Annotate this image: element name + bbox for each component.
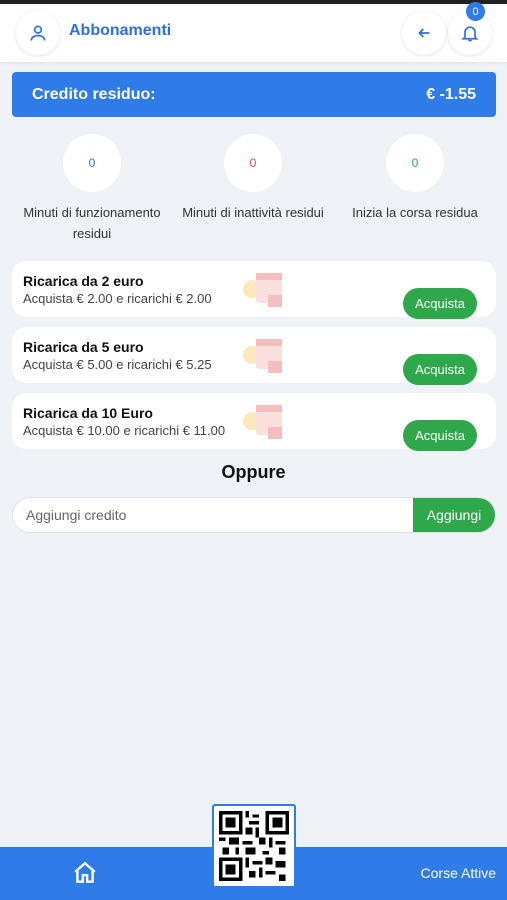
stat-ride-starts: 0 Inizia la corsa residua	[330, 134, 500, 223]
user-icon	[30, 25, 46, 41]
bell-icon	[461, 26, 479, 42]
add-credit-row: Aggiungi	[12, 497, 496, 533]
calendar-illustration-icon	[243, 273, 282, 307]
add-credit-button[interactable]: Aggiungi	[413, 498, 495, 532]
credit-balance-bar: Credito residuo: € -1.55	[12, 72, 496, 117]
alternative-label: Oppure	[221, 462, 286, 482]
app-header: Abbonamenti	[0, 4, 507, 62]
buy-button[interactable]: Acquista	[403, 420, 477, 451]
usage-stats: 0 Minuti di funzionamento residui 0 Minu…	[0, 134, 507, 244]
qr-scan-button[interactable]	[212, 804, 296, 888]
package-card: Ricarica da 2 euro Acquista € 2.00 e ric…	[12, 261, 496, 319]
buy-button[interactable]: Acquista	[403, 288, 477, 319]
add-credit-input[interactable]	[13, 498, 416, 532]
arrow-left-icon	[418, 28, 430, 38]
credit-value: € -1.55	[426, 85, 476, 103]
stat-label: Minuti di inattività residui	[182, 205, 324, 220]
qr-code-icon	[219, 811, 289, 881]
page-title: Abbonamenti	[69, 22, 172, 39]
package-card: Ricarica da 5 euro Acquista € 5.00 e ric…	[12, 327, 496, 385]
stat-value: 0	[224, 134, 282, 192]
stat-label: Minuti di funzionamento residui	[23, 205, 161, 241]
calendar-illustration-icon	[243, 339, 282, 373]
user-profile-button[interactable]	[16, 11, 60, 55]
stat-running-minutes: 0 Minuti di funzionamento residui	[7, 134, 177, 244]
calendar-illustration-icon	[243, 405, 282, 439]
stat-value: 0	[386, 134, 444, 192]
credit-label: Credito residuo:	[32, 85, 156, 103]
stat-idle-minutes: 0 Minuti di inattività residui	[168, 134, 338, 223]
stat-label: Inizia la corsa residua	[352, 205, 478, 220]
home-icon[interactable]	[72, 860, 98, 886]
back-button[interactable]	[402, 11, 446, 55]
active-rides-link[interactable]: Corse Attive	[421, 865, 496, 881]
package-card: Ricarica da 10 Euro Acquista € 10.00 e r…	[12, 393, 496, 451]
stat-value: 0	[63, 134, 121, 192]
notification-badge: 0	[466, 2, 485, 21]
buy-button[interactable]: Acquista	[403, 354, 477, 385]
